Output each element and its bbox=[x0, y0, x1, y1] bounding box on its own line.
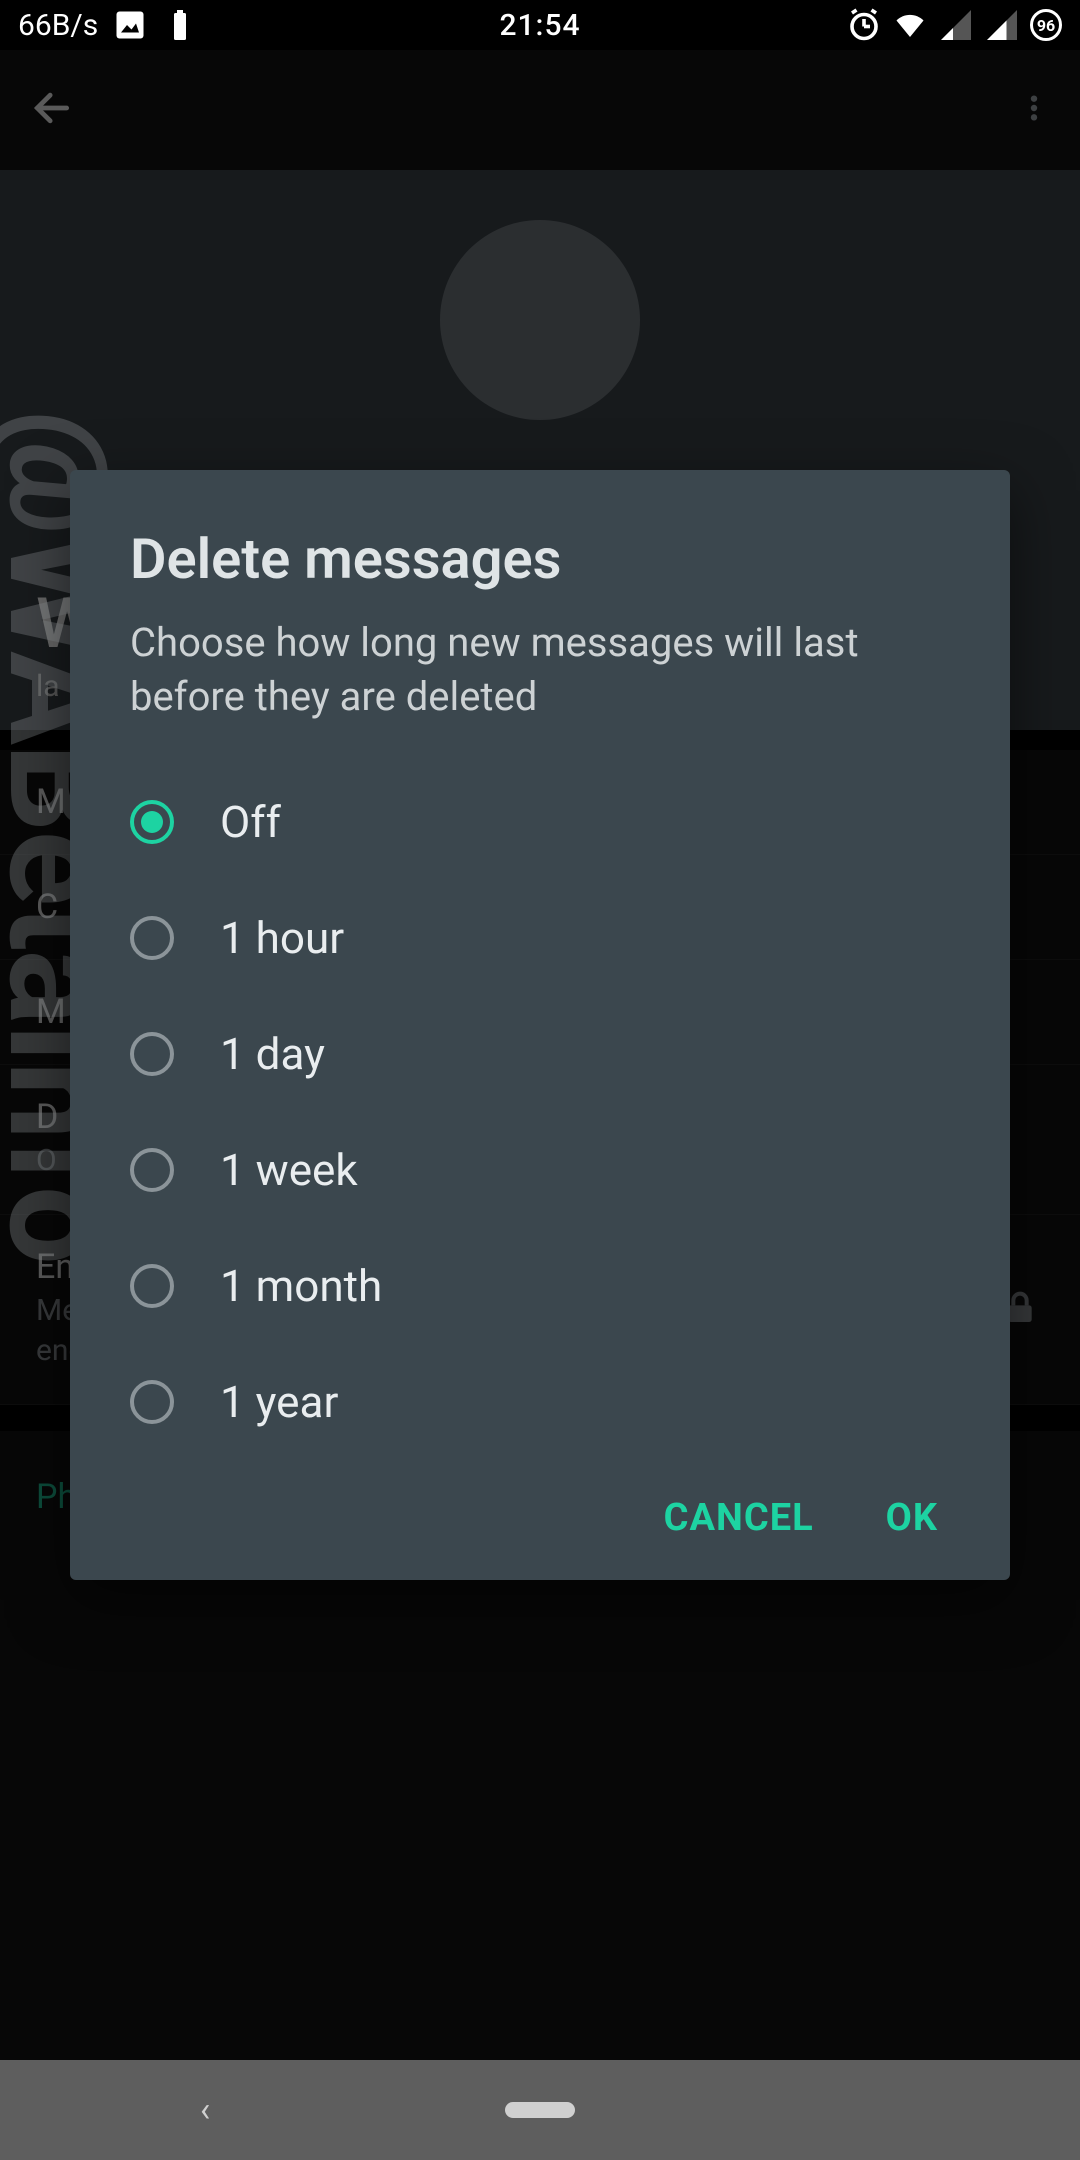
battery-icon bbox=[162, 7, 198, 43]
network-speed: 66B/s bbox=[18, 8, 98, 43]
cancel-button[interactable]: CANCEL bbox=[664, 1496, 814, 1540]
radio-icon bbox=[130, 1148, 174, 1192]
alarm-icon bbox=[846, 7, 882, 43]
avatar bbox=[440, 220, 640, 420]
dialog-option-1-week[interactable]: 1 week bbox=[130, 1112, 950, 1228]
ok-button[interactable]: OK bbox=[886, 1496, 938, 1540]
radio-icon bbox=[130, 1264, 174, 1308]
dialog-options-list: Off 1 hour 1 day 1 week 1 month 1 year bbox=[130, 764, 950, 1460]
option-label: Off bbox=[220, 796, 281, 848]
more-options-icon[interactable] bbox=[1018, 86, 1050, 134]
image-icon bbox=[112, 7, 148, 43]
speed-badge-icon: 96 bbox=[1030, 9, 1062, 41]
status-bar: 66B/s 21:54 96 bbox=[0, 0, 1080, 50]
option-label: 1 month bbox=[220, 1260, 382, 1312]
dialog-description: Choose how long new messages will last b… bbox=[130, 616, 950, 724]
nav-home-pill[interactable] bbox=[505, 2102, 575, 2118]
option-label: 1 week bbox=[220, 1144, 358, 1196]
option-label: 1 year bbox=[220, 1376, 338, 1428]
clock: 21:54 bbox=[499, 8, 580, 43]
dialog-option-1-month[interactable]: 1 month bbox=[130, 1228, 950, 1344]
back-arrow-icon[interactable] bbox=[30, 86, 74, 134]
dialog-title: Delete messages bbox=[130, 526, 950, 592]
nav-back-icon[interactable]: ‹ bbox=[200, 2090, 210, 2130]
radio-icon bbox=[130, 1032, 174, 1076]
dialog-option-1-day[interactable]: 1 day bbox=[130, 996, 950, 1112]
radio-icon bbox=[130, 800, 174, 844]
radio-icon bbox=[130, 916, 174, 960]
signal-1-icon bbox=[938, 7, 974, 43]
delete-messages-dialog: Delete messages Choose how long new mess… bbox=[70, 470, 1010, 1580]
dialog-option-1-year[interactable]: 1 year bbox=[130, 1344, 950, 1460]
wifi-icon bbox=[892, 7, 928, 43]
radio-icon bbox=[130, 1380, 174, 1424]
option-label: 1 day bbox=[220, 1028, 325, 1080]
dialog-option-off[interactable]: Off bbox=[130, 764, 950, 880]
dialog-option-1-hour[interactable]: 1 hour bbox=[130, 880, 950, 996]
option-label: 1 hour bbox=[220, 912, 344, 964]
signal-2-icon bbox=[984, 7, 1020, 43]
navigation-bar: ‹ bbox=[0, 2060, 1080, 2160]
